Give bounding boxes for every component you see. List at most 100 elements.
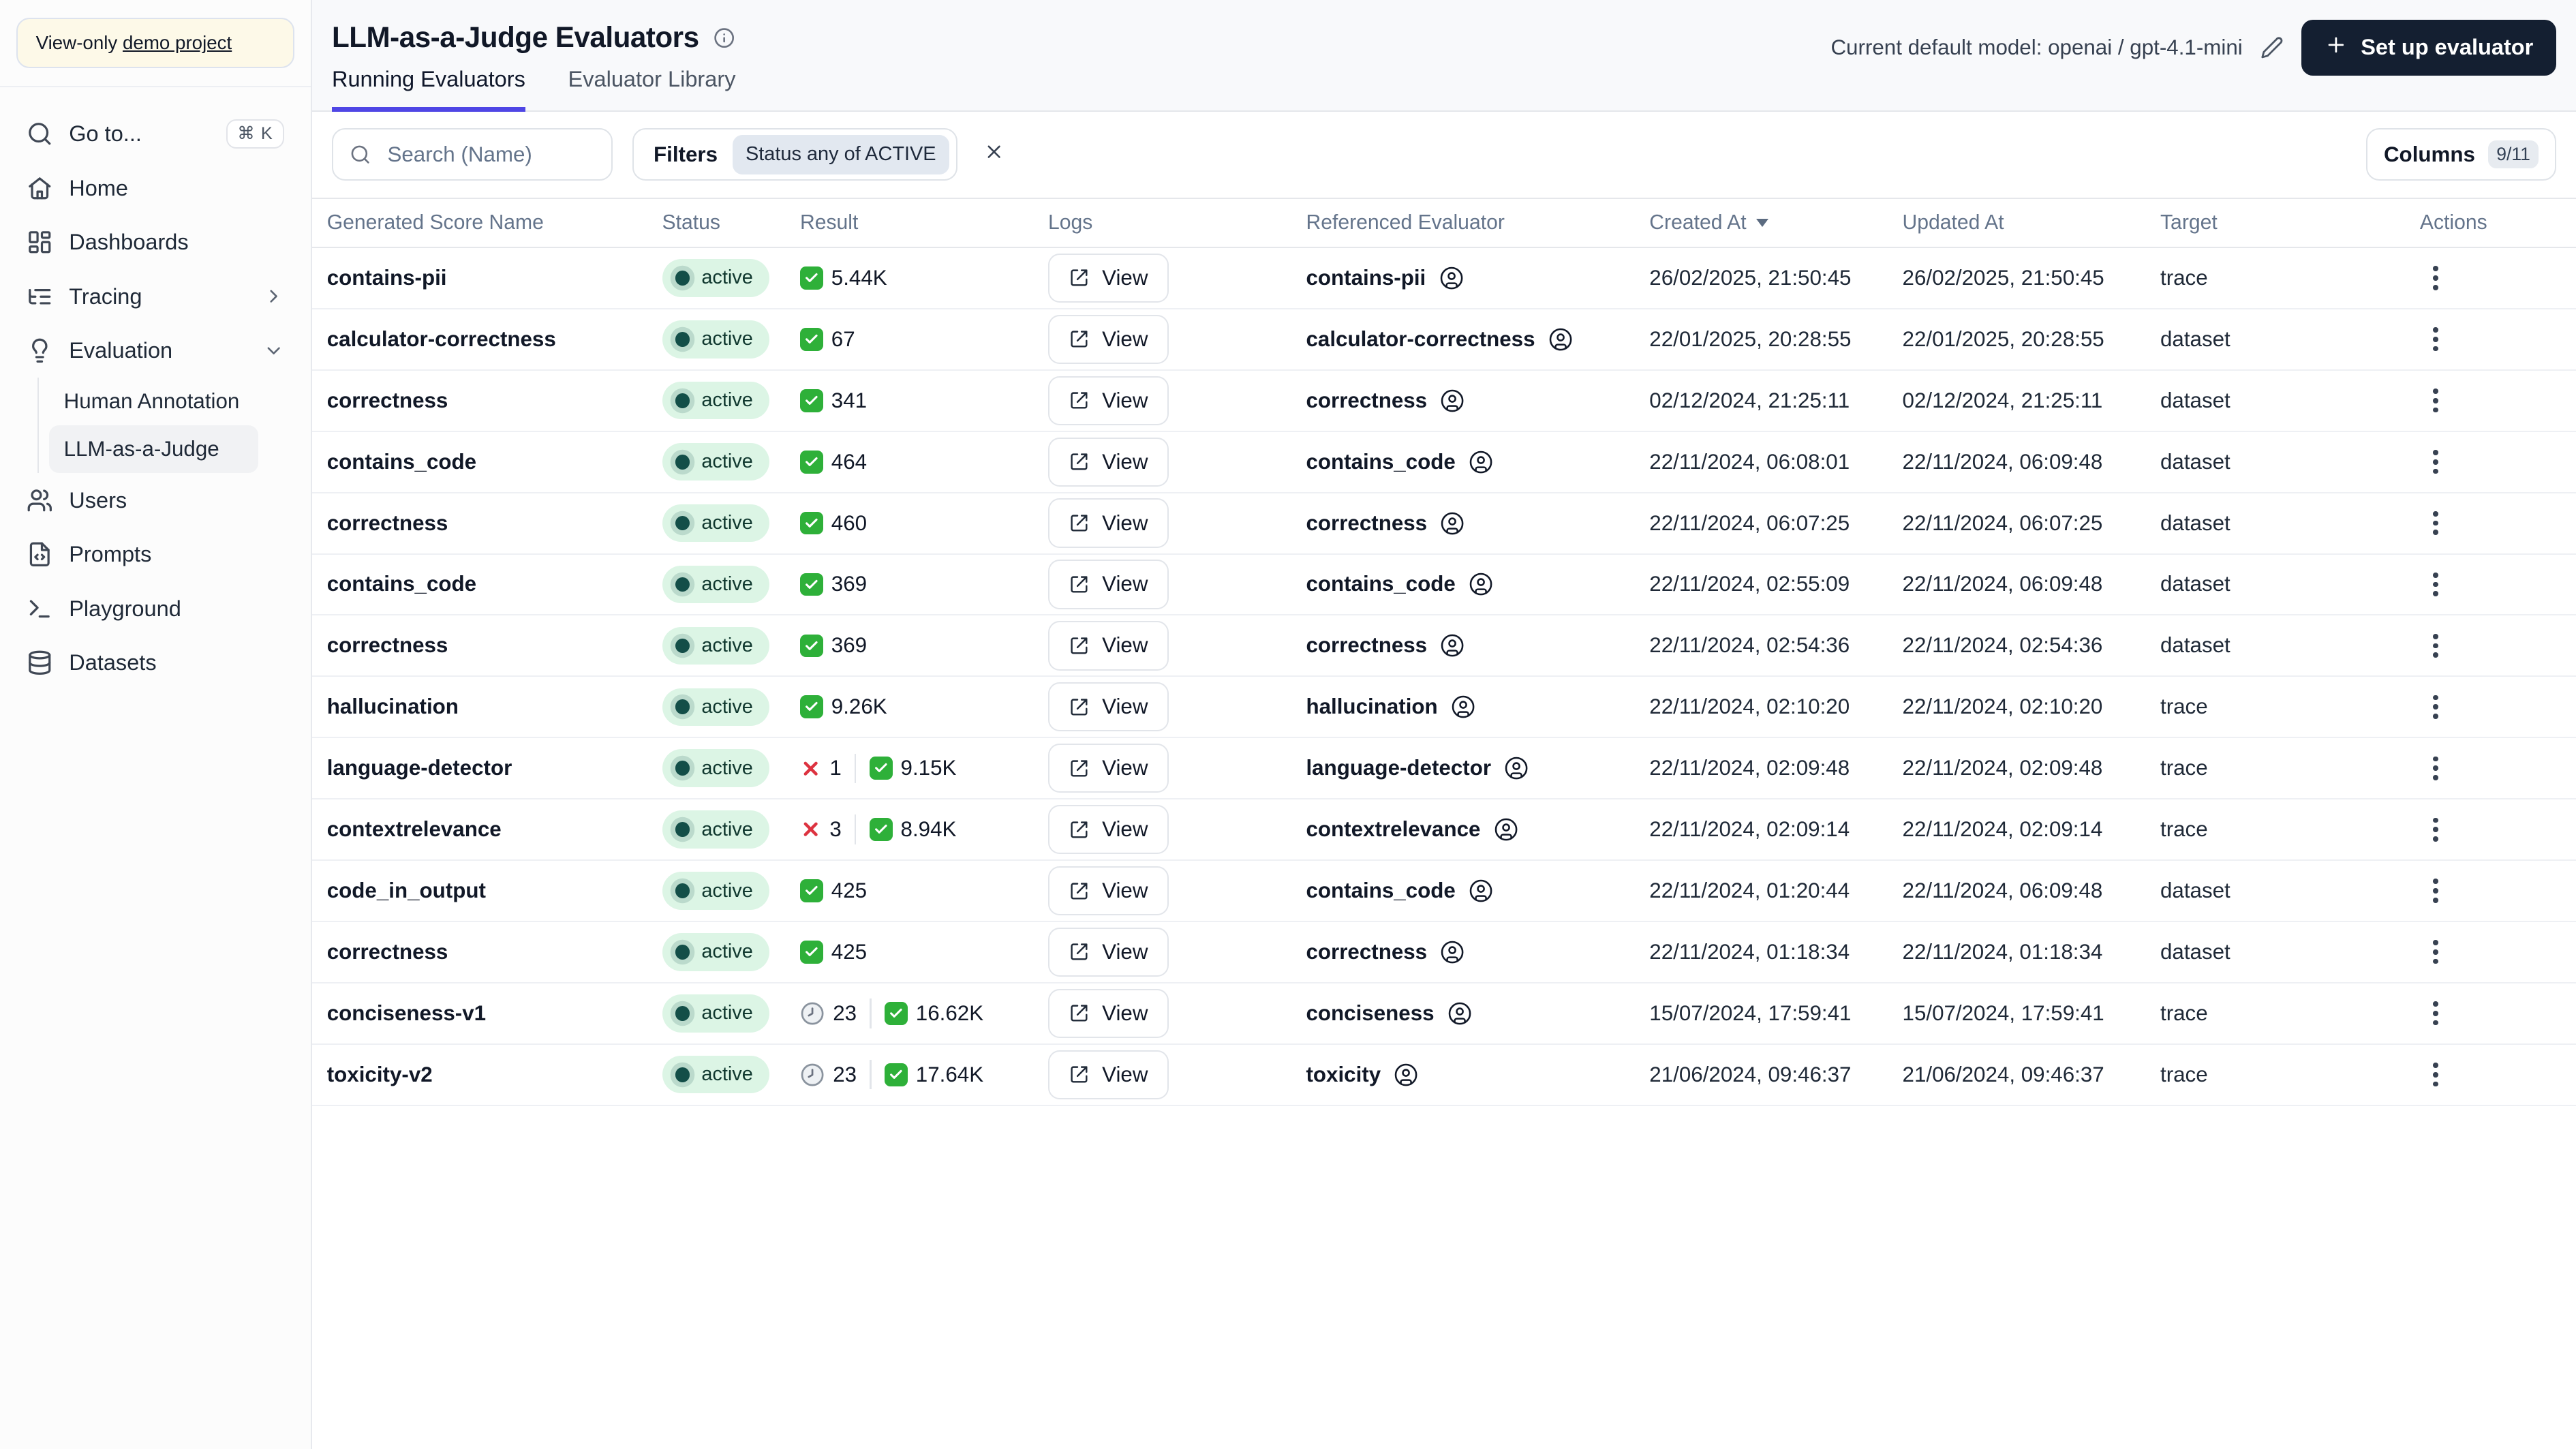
sidebar-item-playground[interactable]: Playground bbox=[13, 581, 297, 636]
view-logs-button[interactable]: View bbox=[1048, 927, 1169, 977]
referenced-evaluator[interactable]: contains_code bbox=[1306, 572, 1649, 596]
playground-icon bbox=[27, 596, 53, 622]
result-divider bbox=[870, 1060, 872, 1090]
column-header-created-at[interactable]: Created At bbox=[1649, 211, 1902, 234]
result-cell: 23 16.62K bbox=[800, 998, 1048, 1028]
sidebar-sub-list: Human Annotation LLM-as-a-Judge bbox=[37, 378, 258, 474]
search-box[interactable] bbox=[331, 128, 613, 181]
view-logs-button[interactable]: View bbox=[1048, 621, 1169, 671]
column-header-referenced-evaluator[interactable]: Referenced Evaluator bbox=[1306, 211, 1649, 234]
tab-running-evaluators[interactable]: Running Evaluators bbox=[331, 67, 525, 113]
generated-score-name: correctness bbox=[326, 388, 448, 412]
status-badge: active bbox=[662, 382, 769, 420]
success-check-icon bbox=[869, 757, 893, 780]
status-filter-chip[interactable]: Status any of ACTIVE bbox=[732, 134, 949, 174]
view-logs-button[interactable]: View bbox=[1048, 1050, 1169, 1099]
view-logs-button[interactable]: View bbox=[1048, 498, 1169, 548]
row-actions-button[interactable] bbox=[2423, 256, 2449, 300]
referenced-evaluator[interactable]: conciseness bbox=[1306, 1001, 1649, 1026]
clear-filters-button[interactable] bbox=[977, 134, 1011, 175]
sidebar-item-home[interactable]: Home bbox=[13, 161, 297, 215]
user-circle-icon bbox=[1469, 879, 1493, 903]
row-actions-button[interactable] bbox=[2423, 440, 2449, 484]
info-icon[interactable] bbox=[714, 27, 735, 48]
referenced-evaluator[interactable]: correctness bbox=[1306, 511, 1649, 536]
created-at-cell: 22/11/2024, 01:18:34 bbox=[1649, 939, 1850, 964]
column-header-updated-at[interactable]: Updated At bbox=[1903, 211, 2160, 234]
column-header-result[interactable]: Result bbox=[800, 211, 1048, 234]
view-logs-button[interactable]: View bbox=[1048, 437, 1169, 487]
demo-project-link[interactable]: demo project bbox=[123, 32, 232, 53]
chevron-right-icon bbox=[263, 286, 284, 307]
referenced-evaluator[interactable]: toxicity bbox=[1306, 1063, 1649, 1087]
user-circle-icon bbox=[1440, 633, 1465, 658]
referenced-evaluator[interactable]: contains_code bbox=[1306, 450, 1649, 474]
referenced-evaluator[interactable]: calculator-correctness bbox=[1306, 327, 1649, 352]
user-circle-icon bbox=[1447, 1001, 1472, 1026]
generated-score-name: correctness bbox=[326, 510, 448, 535]
success-check-icon bbox=[799, 634, 823, 658]
table-body: contains-pii active 5.44K View contains-… bbox=[312, 248, 2576, 1106]
edit-model-pencil-icon[interactable] bbox=[2260, 36, 2284, 59]
set-up-evaluator-button[interactable]: Set up evaluator bbox=[2301, 19, 2557, 76]
view-logs-button[interactable]: View bbox=[1048, 253, 1169, 303]
row-actions-button[interactable] bbox=[2423, 562, 2449, 606]
view-logs-button[interactable]: View bbox=[1048, 744, 1169, 793]
referenced-evaluator[interactable]: hallucination bbox=[1306, 695, 1649, 719]
row-actions-button[interactable] bbox=[2423, 869, 2449, 913]
column-header-status[interactable]: Status bbox=[662, 211, 800, 234]
row-actions-button[interactable] bbox=[2423, 624, 2449, 667]
sidebar-item-prompts[interactable]: Prompts bbox=[13, 528, 297, 582]
sidebar-item-evaluation[interactable]: Evaluation bbox=[13, 324, 297, 378]
row-actions-button[interactable] bbox=[2423, 992, 2449, 1035]
result-cell: 460 bbox=[799, 511, 1048, 536]
sidebar-item-dashboards[interactable]: Dashboards bbox=[13, 215, 297, 270]
sidebar-item-go-to[interactable]: Go to... ⌘ K bbox=[13, 107, 297, 162]
sidebar-item-llm-as-a-judge[interactable]: LLM-as-a-Judge bbox=[48, 425, 258, 474]
sidebar-item-label: Go to... bbox=[69, 121, 142, 146]
success-count: 8.94K bbox=[869, 817, 956, 842]
search-icon bbox=[350, 144, 371, 165]
target-cell: dataset bbox=[2160, 572, 2230, 596]
created-at-cell: 22/11/2024, 01:20:44 bbox=[1649, 879, 1850, 903]
row-actions-button[interactable] bbox=[2423, 685, 2449, 729]
sidebar-item-users[interactable]: Users bbox=[13, 473, 297, 528]
search-input[interactable] bbox=[384, 140, 596, 169]
column-header-target[interactable]: Target bbox=[2160, 211, 2408, 234]
column-header-generated-score-name[interactable]: Generated Score Name bbox=[327, 211, 662, 234]
column-header-logs[interactable]: Logs bbox=[1048, 211, 1306, 234]
row-actions-button[interactable] bbox=[2423, 1053, 2449, 1097]
datasets-icon bbox=[27, 650, 53, 676]
row-actions-button[interactable] bbox=[2423, 930, 2449, 974]
row-actions-button[interactable] bbox=[2423, 808, 2449, 851]
view-logs-button[interactable]: View bbox=[1048, 314, 1169, 365]
referenced-evaluator[interactable]: correctness bbox=[1306, 633, 1649, 658]
external-link-icon bbox=[1069, 452, 1089, 472]
referenced-evaluator[interactable]: correctness bbox=[1306, 940, 1649, 964]
referenced-evaluator[interactable]: contains_code bbox=[1306, 879, 1649, 903]
row-actions-button[interactable] bbox=[2423, 746, 2449, 790]
generated-score-name: language-detector bbox=[326, 756, 512, 780]
sidebar-item-tracing[interactable]: Tracing bbox=[13, 269, 297, 324]
view-logs-button[interactable]: View bbox=[1048, 866, 1169, 916]
referenced-evaluator[interactable]: contextrelevance bbox=[1306, 817, 1649, 842]
search-icon bbox=[27, 121, 53, 147]
status-dot-icon bbox=[675, 883, 690, 898]
view-logs-button[interactable]: View bbox=[1048, 560, 1169, 609]
sidebar-item-human-annotation[interactable]: Human Annotation bbox=[49, 378, 258, 425]
filters-button[interactable]: Filters Status any of ACTIVE bbox=[632, 128, 957, 181]
view-logs-button[interactable]: View bbox=[1048, 988, 1169, 1038]
generated-score-name: hallucination bbox=[326, 695, 459, 719]
row-actions-button[interactable] bbox=[2423, 502, 2449, 545]
sidebar-item-datasets[interactable]: Datasets bbox=[13, 636, 297, 690]
row-actions-button[interactable] bbox=[2423, 379, 2449, 423]
referenced-evaluator[interactable]: correctness bbox=[1306, 388, 1649, 413]
referenced-evaluator[interactable]: language-detector bbox=[1306, 756, 1649, 780]
view-logs-button[interactable]: View bbox=[1048, 376, 1169, 425]
row-actions-button[interactable] bbox=[2423, 318, 2449, 361]
columns-button[interactable]: Columns 9/11 bbox=[2365, 128, 2557, 181]
view-logs-button[interactable]: View bbox=[1048, 804, 1169, 855]
view-logs-button[interactable]: View bbox=[1048, 682, 1169, 732]
referenced-evaluator[interactable]: contains-pii bbox=[1306, 266, 1649, 290]
tab-evaluator-library[interactable]: Evaluator Library bbox=[568, 67, 736, 110]
